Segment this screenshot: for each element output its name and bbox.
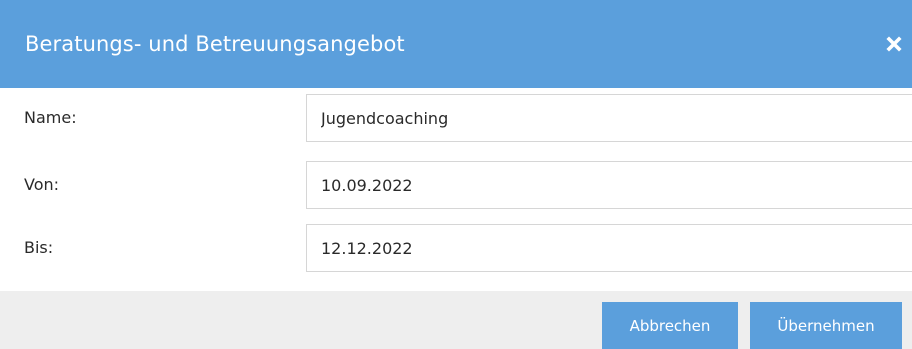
von-label: Von: — [24, 175, 60, 194]
cancel-button[interactable]: Abbrechen — [602, 302, 738, 349]
bis-label: Bis: — [24, 238, 54, 257]
close-icon — [886, 36, 902, 52]
name-input[interactable] — [306, 94, 912, 142]
apply-button[interactable]: Übernehmen — [750, 302, 902, 349]
form-row-name: Name: — [0, 94, 912, 144]
form-row-bis: Bis: — [0, 224, 912, 274]
dialog-title: Beratungs- und Betreuungsangebot — [25, 32, 405, 56]
dialog-footer: Abbrechen Übernehmen — [0, 291, 912, 349]
close-button[interactable] — [882, 30, 906, 58]
dialog-header: Beratungs- und Betreuungsangebot — [0, 0, 912, 88]
form-row-von: Von: — [0, 161, 912, 211]
name-label: Name: — [24, 108, 77, 127]
von-date-input[interactable] — [306, 161, 912, 209]
dialog: Beratungs- und Betreuungsangebot Name: V… — [0, 0, 912, 349]
bis-date-input[interactable] — [306, 224, 912, 272]
